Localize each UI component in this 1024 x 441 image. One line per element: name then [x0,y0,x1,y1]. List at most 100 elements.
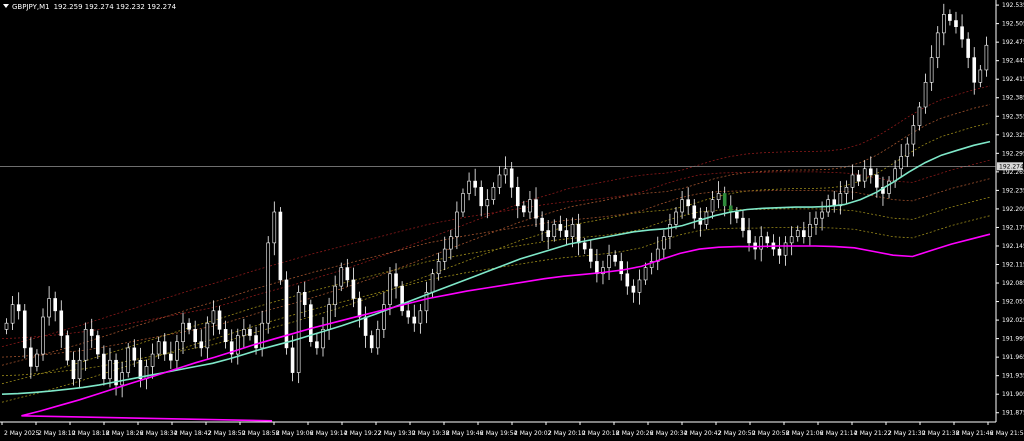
candle-body[interactable] [138,359,143,380]
candle-body[interactable] [978,69,983,83]
candle-body[interactable] [722,193,727,207]
candle-body[interactable] [290,347,295,373]
candle-body[interactable] [302,291,307,305]
candle-body[interactable] [169,353,173,361]
candle-body[interactable] [491,186,496,200]
candle-body[interactable] [735,211,739,219]
candle-body[interactable] [339,267,344,287]
candle-body[interactable] [53,298,57,312]
candle-body[interactable] [546,230,550,238]
candle-body[interactable] [777,248,782,256]
candle-body[interactable] [223,329,228,343]
candle-body[interactable] [540,217,544,231]
candle-body[interactable] [327,304,331,330]
candle-body[interactable] [242,329,246,336]
candle-body[interactable] [960,26,964,40]
candle-body[interactable] [29,347,33,367]
candle-body[interactable] [662,236,666,250]
candle-body[interactable] [887,180,891,194]
price-chart[interactable]: 192.535 192.505 192.475 192.445 192.415 192.3… [0,0,1024,441]
candle-body[interactable] [844,186,849,194]
candle-body[interactable] [260,322,264,349]
candle-body[interactable] [710,199,715,213]
candle-body[interactable] [716,193,721,200]
candle-body[interactable] [954,20,958,28]
candle-body[interactable] [10,304,15,324]
candle-body[interactable] [412,316,417,324]
candle-body[interactable] [948,14,952,21]
candle-body[interactable] [436,261,441,275]
candle-body[interactable] [680,199,684,213]
candle-body[interactable] [637,279,642,293]
candle-body[interactable] [522,205,526,213]
candle-body[interactable] [838,193,843,207]
candle-body[interactable] [528,199,532,213]
candle-body[interactable] [473,180,477,188]
candle-body[interactable] [89,329,94,336]
candle-body[interactable] [71,359,76,380]
candle-body[interactable] [47,298,51,318]
candle-body[interactable] [789,236,794,244]
candle-body[interactable] [400,285,404,312]
candle-body[interactable] [95,335,100,355]
candle-body[interactable] [972,57,977,83]
candle-body[interactable] [802,230,806,238]
candle-body[interactable] [850,174,855,188]
candle-body[interactable] [747,230,751,244]
candle-body[interactable] [905,143,910,157]
candle-body[interactable] [625,273,630,287]
candle-body[interactable] [552,224,557,238]
candle-body[interactable] [4,322,9,330]
candle-body[interactable] [83,329,88,361]
candle-body[interactable] [783,242,788,256]
candle-body[interactable] [22,310,27,349]
candle-body[interactable] [181,322,185,343]
candle-body[interactable] [41,316,45,355]
candle-body[interactable] [357,298,362,318]
candle-body[interactable] [795,230,800,238]
candle-body[interactable] [363,316,368,336]
candle-body[interactable] [875,174,879,188]
candle-body[interactable] [126,347,131,373]
candle-body[interactable] [984,44,989,71]
candle-body[interactable] [272,211,277,244]
candle-body[interactable] [643,267,648,281]
candle-body[interactable] [868,168,873,176]
candle-body[interactable] [582,242,587,250]
candle-body[interactable] [479,186,484,207]
candle-body[interactable] [686,199,690,207]
candle-body[interactable] [406,310,411,318]
candle-body[interactable] [558,224,563,231]
candle-body[interactable] [820,211,824,219]
candle-body[interactable] [449,236,453,250]
candle-body[interactable] [254,335,258,349]
candle-body[interactable] [856,174,861,182]
candle-body[interactable] [278,211,283,281]
candle-body[interactable] [929,57,934,83]
candle-body[interactable] [576,224,581,244]
candle-body[interactable] [631,285,636,293]
candle-body[interactable] [595,261,599,275]
candle-body[interactable] [65,335,70,361]
candle-body[interactable] [564,230,569,238]
candle-body[interactable] [369,335,374,349]
candle-body[interactable] [120,372,124,386]
candle-body[interactable] [515,186,520,207]
candle-body[interactable] [588,248,593,262]
candle-body[interactable] [509,168,514,188]
candle-body[interactable] [394,273,398,287]
candle-body[interactable] [351,279,356,299]
candle-body[interactable] [442,248,447,262]
candle-body[interactable] [333,285,337,305]
candle-body[interactable] [187,322,191,330]
candle-body[interactable] [199,341,204,349]
candle-body[interactable] [284,279,289,349]
candle-body[interactable] [59,310,64,336]
candle-body[interactable] [345,267,350,281]
candle-body[interactable] [455,211,459,238]
candle-body[interactable] [613,254,617,262]
candle-body[interactable] [418,310,423,324]
candle-body[interactable] [77,359,82,380]
candle-body[interactable] [503,168,508,176]
candle-body[interactable] [235,335,240,355]
